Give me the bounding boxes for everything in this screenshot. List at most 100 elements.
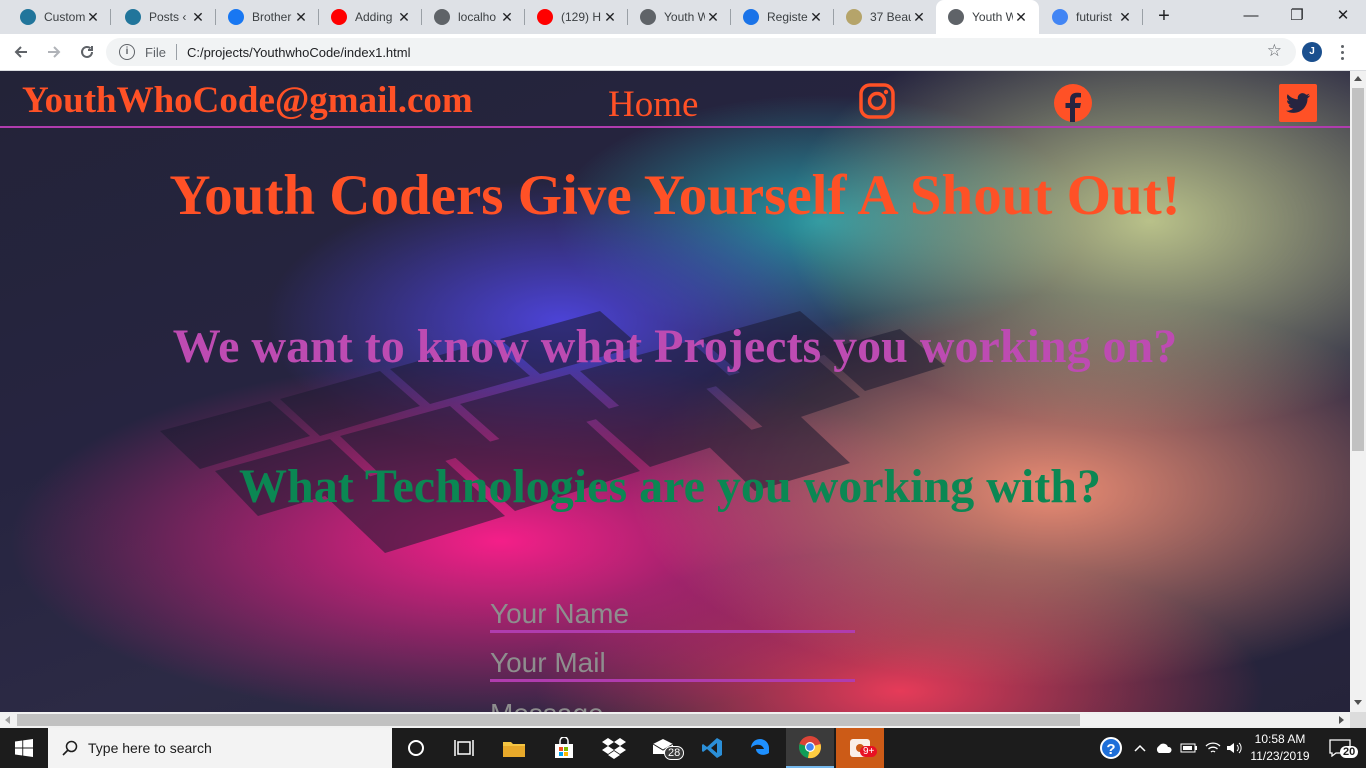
tab-label: Youth W: [972, 10, 1013, 24]
browser-tab[interactable]: (129) H ✕: [525, 0, 628, 34]
divider: [175, 44, 177, 60]
globe-icon: [640, 9, 656, 25]
facebook-icon[interactable]: [1053, 83, 1093, 123]
tab-close-icon[interactable]: ✕: [911, 9, 927, 26]
cortana-icon[interactable]: [392, 728, 440, 768]
tab-label: futurist: [1076, 10, 1113, 24]
instagram-icon[interactable]: [858, 82, 896, 120]
system-clock[interactable]: 10:58 AM 11/23/2019: [1244, 731, 1316, 765]
tab-close-icon[interactable]: ✕: [602, 9, 618, 26]
globe-icon: [434, 9, 450, 25]
tab-close-icon[interactable]: ✕: [705, 9, 721, 26]
browser-toolbar: i File C:/projects/YouthwhoCode/index1.h…: [0, 34, 1366, 71]
browser-tab[interactable]: Youth W ✕: [628, 0, 731, 34]
globe-icon: [948, 9, 964, 25]
edge-icon[interactable]: [736, 728, 784, 768]
flag-icon: [743, 9, 759, 25]
chrome-icon[interactable]: [786, 728, 834, 768]
vscode-icon[interactable]: [688, 728, 736, 768]
message-field[interactable]: [490, 697, 855, 712]
taskbar-search-placeholder: Type here to search: [88, 740, 212, 756]
profile-avatar[interactable]: J: [1302, 42, 1322, 62]
browser-tab[interactable]: Youth W ✕: [936, 0, 1039, 34]
notification-center-icon[interactable]: 20: [1320, 728, 1360, 768]
search-icon: [62, 740, 78, 756]
url-text[interactable]: C:/projects/YouthwhoCode/index1.html: [187, 45, 411, 60]
tab-label: Youth W: [664, 10, 705, 24]
store-icon[interactable]: [540, 728, 588, 768]
onedrive-icon[interactable]: [1152, 728, 1176, 768]
scrollbar-corner: [1350, 712, 1366, 728]
browser-tab[interactable]: 37 Beau ✕: [834, 0, 937, 34]
tab-separator: [1142, 9, 1143, 25]
menu-icon[interactable]: [1336, 40, 1348, 64]
info-icon[interactable]: i: [119, 44, 135, 60]
projects-question: We want to know what Projects you workin…: [172, 320, 1178, 373]
notification-badge: 20: [1340, 746, 1359, 758]
name-field[interactable]: [490, 597, 855, 633]
mail-field[interactable]: [490, 646, 855, 682]
tab-close-icon[interactable]: ✕: [1117, 9, 1133, 26]
mail-icon[interactable]: 28: [640, 728, 688, 768]
tab-close-icon[interactable]: ✕: [1013, 9, 1029, 26]
dropbox-icon[interactable]: [590, 728, 638, 768]
tab-close-icon[interactable]: ✕: [85, 9, 101, 26]
address-bar[interactable]: i File C:/projects/YouthwhoCode/index1.h…: [106, 38, 1296, 66]
scroll-right-icon[interactable]: [1339, 716, 1344, 724]
horizontal-scrollbar[interactable]: [0, 712, 1350, 728]
circle-icon: [846, 9, 862, 25]
browser-tab[interactable]: Brother ✕: [216, 0, 319, 34]
app-icon[interactable]: 9+: [836, 728, 884, 768]
vertical-scroll-thumb[interactable]: [1352, 88, 1364, 451]
tab-close-icon[interactable]: ✕: [808, 9, 824, 26]
tab-label: Adding: [355, 10, 393, 24]
clock-time: 10:58 AM: [1254, 732, 1306, 746]
volume-icon[interactable]: [1224, 728, 1246, 768]
home-link[interactable]: Home: [608, 83, 698, 126]
wordpress-icon: [125, 9, 141, 25]
close-window-button[interactable]: ✕: [1320, 0, 1366, 30]
scroll-up-icon[interactable]: [1354, 76, 1362, 81]
twitter-icon[interactable]: [1279, 84, 1317, 122]
browser-tab[interactable]: Custom ✕: [8, 0, 111, 34]
wifi-icon[interactable]: [1202, 728, 1224, 768]
browser-tab[interactable]: Posts ‹ ✕: [113, 0, 216, 34]
vertical-scrollbar[interactable]: [1350, 71, 1366, 712]
contact-email-link[interactable]: YouthWhoCode@gmail.com: [22, 79, 473, 122]
reload-icon[interactable]: [75, 40, 99, 64]
tab-close-icon[interactable]: ✕: [190, 9, 206, 26]
tab-close-icon[interactable]: ✕: [396, 9, 412, 26]
google-icon: [1052, 9, 1068, 25]
tab-close-icon[interactable]: ✕: [293, 9, 309, 26]
technologies-question: What Technologies are you working with?: [239, 460, 1101, 513]
tab-close-icon[interactable]: ✕: [499, 9, 515, 26]
file-explorer-icon[interactable]: [490, 728, 538, 768]
help-icon[interactable]: ?: [1098, 728, 1124, 768]
page-viewport: YouthWhoCode@gmail.com Home Youth Coders…: [0, 71, 1350, 712]
browser-tab[interactable]: Registe ✕: [731, 0, 834, 34]
tab-strip: Custom ✕ Posts ‹ ✕ Brother ✕ Adding ✕ localho ✕ (1…: [0, 0, 1366, 34]
minimize-button[interactable]: —: [1228, 0, 1274, 30]
horizontal-scroll-thumb[interactable]: [17, 714, 1080, 726]
back-icon[interactable]: [9, 40, 33, 64]
tab-label: Custom: [44, 10, 85, 24]
scroll-left-icon[interactable]: [5, 716, 10, 724]
battery-icon[interactable]: [1178, 728, 1200, 768]
hero-title: Youth Coders Give Yourself A Shout Out!: [169, 164, 1181, 227]
browser-tab[interactable]: localho ✕: [422, 0, 525, 34]
app-badge: 9+: [860, 746, 878, 757]
browser-tab[interactable]: Adding ✕: [319, 0, 422, 34]
youtube-icon: [537, 9, 553, 25]
tab-label: 37 Beau: [870, 10, 911, 24]
windows-start-icon[interactable]: [0, 728, 48, 768]
youtube-icon: [331, 9, 347, 25]
chevron-up-icon[interactable]: [1130, 728, 1150, 768]
forward-icon[interactable]: [42, 40, 66, 64]
taskbar-search-box[interactable]: Type here to search: [48, 728, 392, 768]
restore-button[interactable]: ❐: [1274, 0, 1320, 30]
new-tab-button[interactable]: +: [1152, 5, 1176, 29]
bookmark-star-icon[interactable]: ☆: [1267, 41, 1282, 61]
task-view-icon[interactable]: [440, 728, 488, 768]
scroll-down-icon[interactable]: [1354, 700, 1362, 705]
browser-tab[interactable]: futurist ✕: [1040, 0, 1143, 34]
